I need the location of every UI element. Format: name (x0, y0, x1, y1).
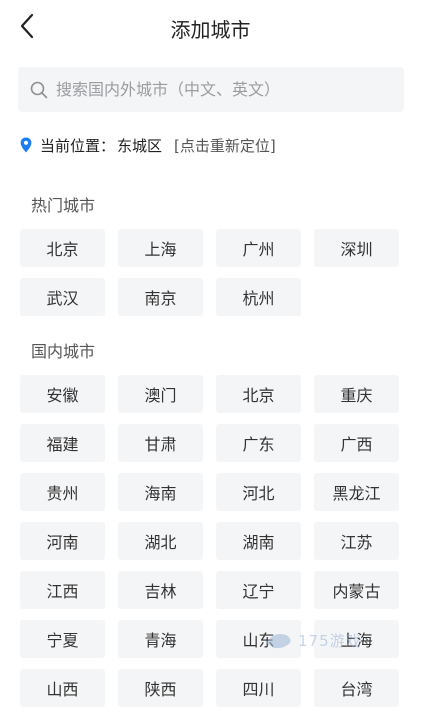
add-city-page: 添加城市 当前位置： 东城区 [点击重新定位] 热门城市 北京上海广州深圳武汉南… (0, 0, 421, 720)
city-item[interactable]: 湖北 (118, 522, 203, 560)
city-item[interactable]: 杭州 (216, 278, 301, 316)
search-input[interactable] (56, 80, 376, 99)
city-item[interactable]: 甘肃 (118, 424, 203, 462)
city-item[interactable]: 山东 (216, 620, 301, 658)
search-icon (30, 80, 50, 100)
location-label: 当前位置： (40, 136, 116, 155)
city-item[interactable]: 黑龙江 (314, 473, 399, 511)
city-item[interactable]: 四川 (216, 669, 301, 707)
city-item[interactable]: 深圳 (314, 229, 399, 267)
city-item[interactable]: 武汉 (20, 278, 105, 316)
city-item[interactable]: 上海 (314, 620, 399, 658)
city-item[interactable]: 台湾 (314, 669, 399, 707)
header: 添加城市 (0, 0, 421, 56)
city-item[interactable]: 内蒙古 (314, 571, 399, 609)
domestic-cities-grid: 安徽 澳门 北京 重庆福建 甘肃 广东 广西贵州 海南 河北 黑龙江河南 湖北 湖南 江苏江西 吉林 辽宁内… (20, 375, 405, 707)
city-item[interactable]: 南京 (118, 278, 203, 316)
city-item[interactable]: 河北 (216, 473, 301, 511)
city-item[interactable]: 北京 (20, 229, 105, 267)
city-item[interactable]: 广西 (314, 424, 399, 462)
city-item[interactable]: 陕西 (118, 669, 203, 707)
city-item[interactable]: 重庆 (314, 375, 399, 413)
city-item[interactable]: 福建 (20, 424, 105, 462)
relocate-link[interactable]: [点击重新定位] (174, 135, 276, 156)
page-title: 添加城市 (170, 18, 251, 42)
hot-cities-grid: 北京 上海 广州 深圳武汉 南京 杭州 (20, 229, 405, 316)
city-item[interactable]: 辽宁 (216, 571, 301, 609)
city-item[interactable]: 贵州 (20, 473, 105, 511)
city-item[interactable]: 澳门 (118, 375, 203, 413)
city-item[interactable]: 宁夏 (20, 620, 105, 658)
city-item[interactable]: 河南 (20, 522, 105, 560)
current-location: 当前位置： 东城区 [点击重新定位] (20, 133, 276, 157)
city-item[interactable]: 山西 (20, 669, 105, 707)
city-item[interactable]: 青海 (118, 620, 203, 658)
location-pin-icon (20, 136, 34, 154)
city-item[interactable]: 江苏 (314, 522, 399, 560)
city-item[interactable]: 安徽 (20, 375, 105, 413)
city-item[interactable]: 上海 (118, 229, 203, 267)
location-city: 东城区 (117, 136, 163, 155)
domestic-cities-title: 国内城市 (31, 342, 96, 361)
city-item[interactable]: 湖南 (216, 522, 301, 560)
city-item[interactable]: 广州 (216, 229, 301, 267)
city-item[interactable]: 吉林 (118, 571, 203, 609)
search-bar[interactable] (18, 67, 404, 112)
city-item[interactable]: 海南 (118, 473, 203, 511)
city-item[interactable]: 广东 (216, 424, 301, 462)
city-item[interactable]: 江西 (20, 571, 105, 609)
city-item[interactable]: 北京 (216, 375, 301, 413)
hot-cities-title: 热门城市 (31, 196, 96, 215)
